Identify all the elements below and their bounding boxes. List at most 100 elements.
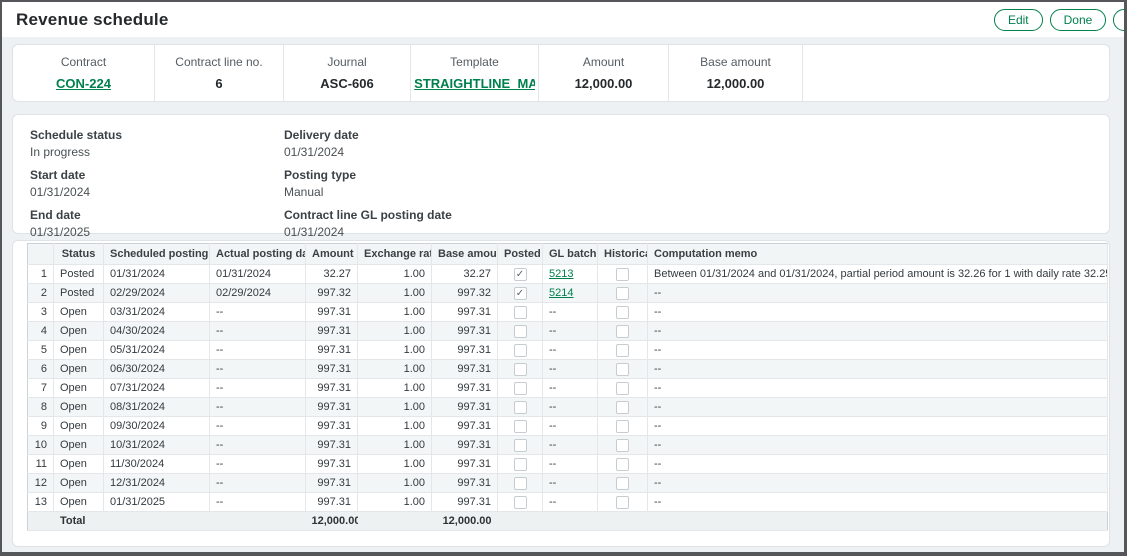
template-link[interactable]: STRAIGHTLINE_MANUA <box>414 76 535 91</box>
historical-checkbox[interactable] <box>616 458 629 471</box>
base-amount-cell: 997.31 <box>432 341 498 360</box>
row-number-cell: 7 <box>28 379 54 398</box>
contract-label: Contract <box>61 55 106 69</box>
base-amount-cell: 997.31 <box>432 417 498 436</box>
column-header-posted: Posted <box>498 244 543 265</box>
total-amount: 12,000.00 <box>306 512 358 531</box>
base-amount-cell: 997.31 <box>432 493 498 512</box>
delivery-date-label: Delivery date <box>284 128 452 142</box>
column-header-status: Status <box>54 244 104 265</box>
gl-batch-link[interactable]: 5214 <box>549 287 573 299</box>
posted-cell <box>498 398 543 417</box>
schedule-table-header: Status Scheduled posting date Actual pos… <box>28 244 1108 265</box>
status-cell: Open <box>54 379 104 398</box>
computation-memo-cell: -- <box>648 303 1108 322</box>
posted-checkbox[interactable] <box>514 439 527 452</box>
computation-memo-cell: -- <box>648 436 1108 455</box>
actual-posting-date-cell: -- <box>210 398 306 417</box>
exchange-rate-cell: 1.00 <box>358 322 432 341</box>
historical-checkbox[interactable] <box>616 439 629 452</box>
historical-cell <box>598 417 648 436</box>
edit-button[interactable]: Edit <box>994 9 1043 31</box>
gl-batch-cell: -- <box>543 474 598 493</box>
computation-memo-cell: -- <box>648 360 1108 379</box>
actual-posting-date-cell: -- <box>210 360 306 379</box>
posted-checkbox[interactable] <box>514 344 527 357</box>
posted-checkbox[interactable] <box>514 420 527 433</box>
posting-type-label: Posting type <box>284 168 452 182</box>
historical-checkbox[interactable] <box>616 325 629 338</box>
historical-checkbox[interactable] <box>616 306 629 319</box>
table-row: 7Open07/31/2024--997.311.00997.31---- <box>28 379 1108 398</box>
posted-cell <box>498 455 543 474</box>
posted-checkbox[interactable] <box>514 306 527 319</box>
details-left-column: Schedule status In progress Start date 0… <box>30 128 284 233</box>
contract-link[interactable]: CON-224 <box>56 76 111 91</box>
posted-checkbox[interactable]: ✓ <box>514 287 527 300</box>
gl-batch-link[interactable]: 5213 <box>549 268 573 280</box>
posted-cell <box>498 493 543 512</box>
schedule-table-body: 1Posted01/31/202401/31/202432.271.0032.2… <box>28 265 1108 512</box>
historical-cell <box>598 474 648 493</box>
computation-memo-cell: -- <box>648 493 1108 512</box>
done-button[interactable]: Done <box>1050 9 1107 31</box>
posted-checkbox[interactable] <box>514 496 527 509</box>
status-cell: Open <box>54 474 104 493</box>
posted-cell: ✓ <box>498 265 543 284</box>
posted-checkbox[interactable]: ✓ <box>514 268 527 281</box>
base-amount-cell: 997.31 <box>432 360 498 379</box>
title-bar: Revenue schedule Edit Done H <box>2 2 1124 37</box>
posted-checkbox[interactable] <box>514 382 527 395</box>
exchange-rate-cell: 1.00 <box>358 493 432 512</box>
posted-checkbox[interactable] <box>514 401 527 414</box>
historical-checkbox[interactable] <box>616 363 629 376</box>
historical-checkbox[interactable] <box>616 496 629 509</box>
delivery-date-field: Delivery date 01/31/2024 <box>284 128 452 159</box>
clipped-button[interactable]: H <box>1113 9 1127 31</box>
computation-memo-cell: Between 01/31/2024 and 01/31/2024, parti… <box>648 265 1108 284</box>
posted-checkbox[interactable] <box>514 363 527 376</box>
summary-strip: Contract CON-224 Contract line no. 6 Jou… <box>12 44 1110 102</box>
table-row: 2Posted02/29/202402/29/2024997.321.00997… <box>28 284 1108 303</box>
historical-checkbox[interactable] <box>616 287 629 300</box>
status-cell: Open <box>54 436 104 455</box>
historical-checkbox[interactable] <box>616 344 629 357</box>
table-row: 9Open09/30/2024--997.311.00997.31---- <box>28 417 1108 436</box>
base-amount-cell: 997.31 <box>432 303 498 322</box>
posted-checkbox[interactable] <box>514 477 527 490</box>
column-header-computation-memo: Computation memo <box>648 244 1108 265</box>
historical-checkbox[interactable] <box>616 401 629 414</box>
table-row: 10Open10/31/2024--997.311.00997.31---- <box>28 436 1108 455</box>
schedule-table-footer: Total 12,000.00 12,000.00 <box>28 512 1108 531</box>
exchange-rate-cell: 1.00 <box>358 379 432 398</box>
table-row: 4Open04/30/2024--997.311.00997.31---- <box>28 322 1108 341</box>
amount-cell: 997.31 <box>306 417 358 436</box>
computation-memo-cell: -- <box>648 455 1108 474</box>
scheduled-posting-date-cell: 01/31/2024 <box>104 265 210 284</box>
base-amount-cell: 997.31 <box>432 474 498 493</box>
historical-checkbox[interactable] <box>616 420 629 433</box>
base-amount-cell: 997.31 <box>432 436 498 455</box>
posted-checkbox[interactable] <box>514 325 527 338</box>
table-row: 11Open11/30/2024--997.311.00997.31---- <box>28 455 1108 474</box>
amount-cell: 997.31 <box>306 493 358 512</box>
gl-batch-cell: -- <box>543 341 598 360</box>
base-amount-cell: 997.31 <box>432 322 498 341</box>
start-date-field: Start date 01/31/2024 <box>30 168 284 199</box>
actual-posting-date-cell: -- <box>210 379 306 398</box>
historical-checkbox[interactable] <box>616 268 629 281</box>
exchange-rate-cell: 1.00 <box>358 417 432 436</box>
end-date-value: 01/31/2025 <box>30 225 284 239</box>
actual-posting-date-cell: -- <box>210 455 306 474</box>
historical-checkbox[interactable] <box>616 477 629 490</box>
computation-memo-cell: -- <box>648 284 1108 303</box>
historical-cell <box>598 303 648 322</box>
actual-posting-date-cell: 02/29/2024 <box>210 284 306 303</box>
historical-checkbox[interactable] <box>616 382 629 395</box>
exchange-rate-cell: 1.00 <box>358 265 432 284</box>
posted-checkbox[interactable] <box>514 458 527 471</box>
actual-posting-date-cell: -- <box>210 341 306 360</box>
historical-cell <box>598 436 648 455</box>
amount-cell: 997.31 <box>306 455 358 474</box>
schedule-table-panel: Status Scheduled posting date Actual pos… <box>12 240 1110 547</box>
